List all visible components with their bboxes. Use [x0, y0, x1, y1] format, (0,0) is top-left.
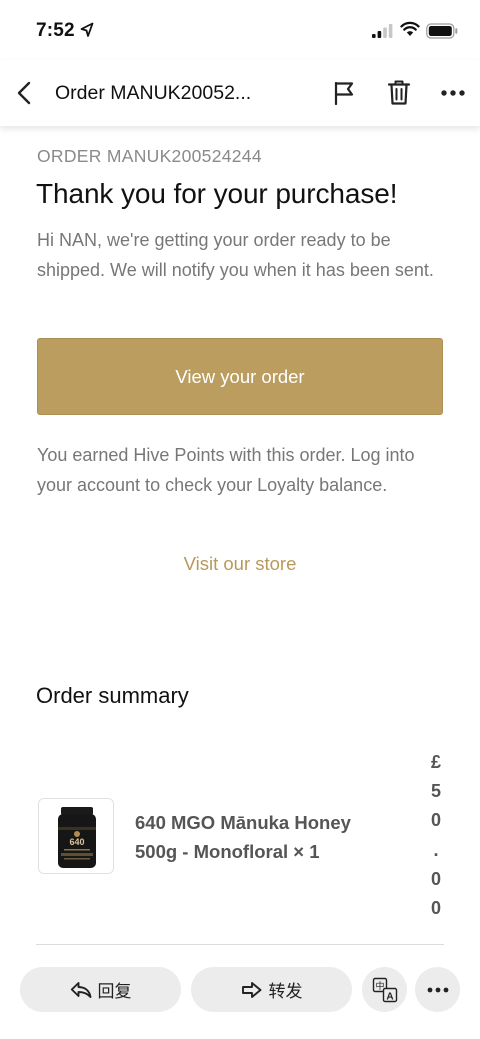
more-icon [427, 987, 448, 992]
price-char: 0 [430, 868, 441, 889]
order-number: ORDER MANUK200524244 [37, 146, 262, 166]
order-summary-heading: Order summary [36, 683, 189, 708]
mail-nav-bar: Order MANUK20052... [0, 60, 480, 126]
svg-text:A: A [386, 991, 393, 1002]
translate-button[interactable]: 中 A [362, 967, 407, 1012]
reply-label: 回复 [97, 982, 132, 1001]
forward-button[interactable]: 转发 [191, 967, 352, 1012]
bottom-action-bar: 回复 转发 中 A [0, 960, 480, 1020]
product-image: 640 [38, 798, 114, 874]
status-bar: 7:52 [0, 0, 480, 60]
price-char: 0 [430, 810, 441, 831]
intro-paragraph: Hi NAN, we're getting your order ready t… [37, 230, 434, 280]
translate-icon: 中 A [372, 977, 397, 1002]
honey-jar-icon: 640 [58, 807, 96, 868]
product-price: £ 5 0 . 0 0 [418, 748, 454, 923]
price-char: £ [430, 752, 441, 772]
price-char: 0 [430, 898, 441, 919]
back-chevron-icon[interactable] [14, 80, 36, 106]
loyalty-paragraph: You earned Hive Points with this order. … [37, 445, 415, 495]
signal-icon [372, 24, 393, 38]
more-actions-button[interactable] [415, 967, 460, 1012]
price-char: 5 [430, 781, 441, 802]
battery-icon [426, 23, 458, 39]
trash-icon[interactable] [387, 79, 411, 106]
reply-button[interactable]: 回复 [20, 967, 181, 1012]
location-arrow-icon [80, 22, 94, 37]
email-subject-title: Order MANUK20052... [55, 82, 252, 104]
reply-icon [70, 981, 91, 998]
forward-icon [241, 981, 261, 998]
forward-label: 转发 [268, 982, 303, 1001]
view-order-label: View your order [175, 365, 305, 387]
wifi-icon [400, 21, 420, 36]
flag-icon[interactable] [332, 80, 356, 106]
svg-text:640: 640 [69, 837, 84, 847]
view-order-button[interactable]: View your order [37, 338, 443, 415]
status-time: 7:52 [36, 20, 75, 41]
visit-store-link[interactable]: Visit our store [0, 553, 480, 575]
email-headline: Thank you for your purchase! [36, 178, 398, 209]
summary-divider [36, 944, 444, 945]
product-name: 640 MGO Mānuka Honey 500g - Monofloral ×… [135, 812, 351, 862]
price-char: . [433, 839, 439, 860]
more-icon[interactable] [440, 88, 466, 98]
